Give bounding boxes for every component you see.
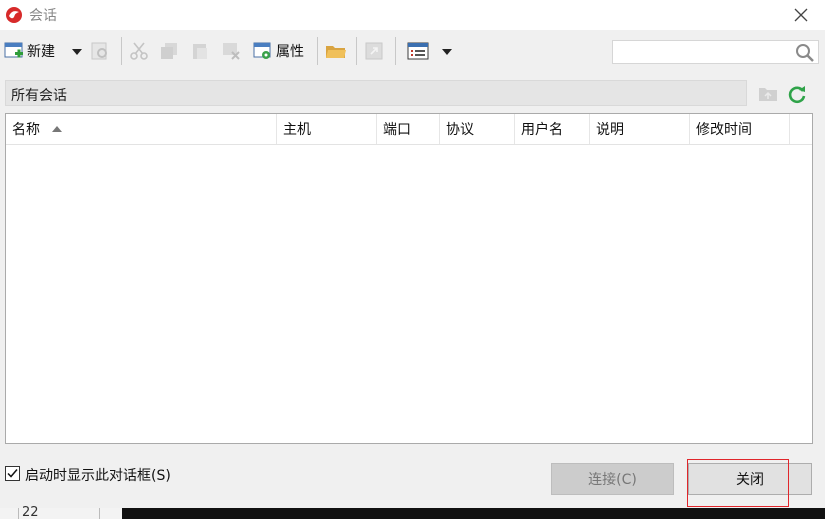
toolbar-separator [121, 37, 122, 65]
close-window-icon[interactable] [791, 5, 811, 25]
close-button[interactable]: 关闭 [688, 463, 812, 495]
session-list[interactable]: 名称 主机 端口 协议 用户名 说明 修改时间 [5, 113, 813, 444]
app-logo-icon [6, 7, 22, 23]
delete-icon[interactable] [221, 41, 241, 61]
column-header-port[interactable]: 端口 [377, 114, 440, 144]
open-folder-icon[interactable] [325, 41, 347, 61]
title-bar: 会话 [0, 0, 825, 30]
toolbar-separator [356, 37, 357, 65]
background-line-number: 22 [22, 505, 39, 520]
properties-button[interactable]: 属性 [253, 39, 304, 63]
window-title: 会话 [29, 8, 57, 24]
quick-connect-icon[interactable] [90, 41, 110, 61]
toolbar-separator [317, 37, 318, 65]
search-icon[interactable] [794, 42, 816, 64]
column-label: 协议 [446, 122, 474, 138]
new-dropdown-chevron-down-icon[interactable] [71, 48, 83, 56]
close-button-label: 关闭 [736, 472, 764, 488]
column-label: 修改时间 [696, 122, 752, 138]
column-label: 说明 [596, 122, 624, 138]
properties-label: 属性 [276, 44, 304, 60]
sessions-dialog: 会话 新建 属性 所有会话 名称 主机 端口 协议 用户名 说明 修改时间 启动… [0, 0, 825, 508]
new-session-label: 新建 [27, 44, 55, 60]
column-label: 用户名 [521, 122, 563, 138]
current-folder-label: 所有会话 [11, 88, 67, 104]
column-header-host[interactable]: 主机 [277, 114, 377, 144]
refresh-icon[interactable] [786, 83, 808, 105]
column-label: 主机 [283, 122, 311, 138]
create-shortcut-icon[interactable] [364, 41, 384, 61]
column-header-modified-time[interactable]: 修改时间 [690, 114, 790, 144]
connect-button-label: 连接(C) [588, 472, 637, 488]
properties-icon [253, 42, 271, 59]
connect-button[interactable]: 连接(C) [551, 463, 674, 495]
view-mode-icon[interactable] [407, 41, 429, 61]
column-label: 端口 [383, 122, 411, 138]
checkmark-icon [7, 469, 18, 478]
column-header-name[interactable]: 名称 [6, 114, 277, 144]
copy-icon[interactable] [159, 41, 179, 61]
search-input[interactable] [612, 40, 819, 64]
column-header-description[interactable]: 说明 [590, 114, 690, 144]
view-dropdown-chevron-down-icon[interactable] [441, 48, 453, 56]
paste-icon[interactable] [190, 41, 210, 61]
sort-ascending-icon [52, 126, 62, 132]
column-header-protocol[interactable]: 协议 [440, 114, 515, 144]
show-on-startup-checkbox[interactable] [5, 466, 20, 481]
new-session-icon [4, 42, 23, 58]
list-header: 名称 主机 端口 协议 用户名 说明 修改时间 [6, 114, 812, 145]
folder-path-bar: 所有会话 [5, 80, 747, 106]
parent-folder-icon[interactable] [758, 85, 778, 103]
new-session-button[interactable]: 新建 [4, 39, 55, 63]
cut-icon[interactable] [129, 41, 149, 61]
background-divider [18, 508, 19, 519]
background-terminal [0, 508, 825, 519]
show-on-startup-label[interactable]: 启动时显示此对话框(S) [25, 465, 171, 485]
column-header-username[interactable]: 用户名 [515, 114, 590, 144]
column-label: 名称 [12, 122, 40, 138]
background-divider [99, 508, 100, 519]
toolbar-separator [395, 37, 396, 65]
